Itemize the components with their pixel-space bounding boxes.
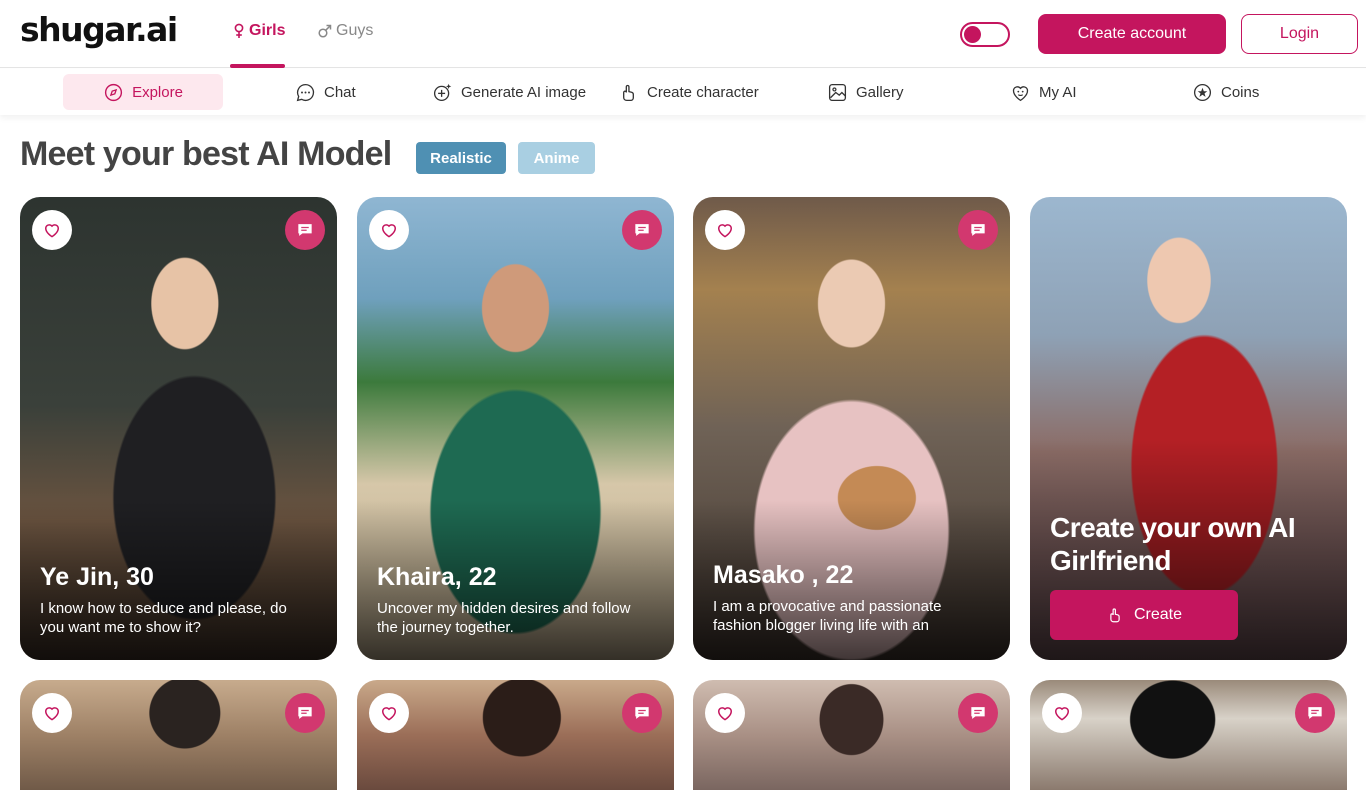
heart-face-icon <box>1012 85 1029 101</box>
theme-toggle[interactable] <box>960 22 1010 47</box>
chat-button[interactable] <box>1295 693 1335 733</box>
model-card[interactable]: Khaira, 22 Uncover my hidden desires and… <box>357 197 674 660</box>
nav-item-explore[interactable]: Explore <box>63 74 223 110</box>
model-card[interactable]: Masako , 22 I am a provocative and passi… <box>693 197 1010 660</box>
main-nav: Explore Chat Generate AI image Create ch… <box>0 69 1366 115</box>
model-photo <box>693 680 1010 790</box>
heart-icon <box>717 707 733 721</box>
coin-icon <box>1193 83 1212 101</box>
chat-button[interactable] <box>285 210 325 250</box>
realistic-filter-button[interactable]: Realistic <box>416 142 506 174</box>
model-card[interactable] <box>20 680 337 790</box>
model-name: Ye Jin, 30 <box>40 563 154 591</box>
anime-filter-button[interactable]: Anime <box>518 142 595 174</box>
model-card[interactable] <box>1030 680 1347 790</box>
message-icon <box>635 707 649 719</box>
favorite-button[interactable] <box>369 210 409 250</box>
tab-guys-label: Guys <box>336 22 374 39</box>
create-character-button[interactable]: Create <box>1050 590 1238 640</box>
message-icon <box>971 707 985 719</box>
favorite-button[interactable] <box>1042 693 1082 733</box>
message-icon <box>298 707 312 719</box>
message-icon <box>1308 707 1322 719</box>
tab-guys[interactable]: Guys <box>318 22 373 40</box>
chat-bubble-icon <box>296 83 315 101</box>
finger-icon <box>623 84 634 101</box>
nav-label: My AI <box>1039 83 1077 101</box>
nav-label: Gallery <box>856 83 904 101</box>
model-description: I am a provocative and passionate fashio… <box>713 598 942 634</box>
image-icon <box>828 83 847 101</box>
login-button[interactable]: Login <box>1241 14 1358 54</box>
site-logo[interactable]: shugar.ai <box>20 10 178 49</box>
create-button-label: Create <box>1133 606 1183 623</box>
tab-girls[interactable]: Girls <box>233 22 285 40</box>
chat-button[interactable] <box>958 210 998 250</box>
model-name: Khaira, 22 <box>377 563 497 591</box>
nav-item-chat[interactable]: Chat <box>285 74 366 110</box>
model-photo <box>1030 680 1347 790</box>
heart-icon <box>1054 707 1070 721</box>
model-name: Masako , 22 <box>713 561 854 589</box>
favorite-button[interactable] <box>705 210 745 250</box>
chat-button[interactable] <box>958 693 998 733</box>
nav-item-my-ai[interactable]: My AI <box>1000 74 1087 110</box>
model-description: Uncover my hidden desires and follow the… <box>377 600 631 636</box>
active-tab-indicator <box>230 64 285 68</box>
nav-item-generate-ai-image[interactable]: Generate AI image <box>422 74 596 110</box>
toggle-knob <box>964 26 981 43</box>
heart-icon <box>381 224 397 238</box>
compass-icon <box>104 83 123 101</box>
heart-icon <box>381 707 397 721</box>
nav-item-create-character[interactable]: Create character <box>608 74 769 110</box>
message-icon <box>635 224 649 236</box>
chat-button[interactable] <box>622 210 662 250</box>
model-card[interactable] <box>693 680 1010 790</box>
model-card[interactable] <box>357 680 674 790</box>
nav-item-gallery[interactable]: Gallery <box>817 74 914 110</box>
chat-button[interactable] <box>285 693 325 733</box>
sparkle-plus-icon <box>433 83 452 101</box>
create-account-button[interactable]: Create account <box>1038 14 1226 54</box>
favorite-button[interactable] <box>369 693 409 733</box>
male-symbol-icon <box>318 24 332 38</box>
finger-icon <box>1110 608 1120 623</box>
heart-icon <box>44 707 60 721</box>
cta-title: Create your own AI Girlfriend <box>1050 512 1296 576</box>
heart-icon <box>44 224 60 238</box>
heart-icon <box>717 224 733 238</box>
model-card[interactable]: Ye Jin, 30 I know how to seduce and plea… <box>20 197 337 660</box>
page-title: Meet your best AI Model <box>20 135 392 173</box>
model-photo <box>20 680 337 790</box>
favorite-button[interactable] <box>32 210 72 250</box>
nav-item-coins[interactable]: Coins <box>1182 74 1269 110</box>
nav-label: Generate AI image <box>461 83 587 101</box>
model-description: I know how to seduce and please, do you … <box>40 600 287 636</box>
female-symbol-icon <box>234 23 244 38</box>
nav-label: Explore <box>132 83 183 101</box>
message-icon <box>298 224 312 236</box>
message-icon <box>971 224 985 236</box>
model-photo <box>357 680 674 790</box>
top-header: shugar.ai Girls Guys Create account Logi… <box>0 0 1366 68</box>
nav-label: Create character <box>647 83 759 101</box>
favorite-button[interactable] <box>32 693 72 733</box>
nav-label: Coins <box>1221 83 1260 101</box>
favorite-button[interactable] <box>705 693 745 733</box>
nav-label: Chat <box>324 83 356 101</box>
create-girlfriend-card: Create your own AI Girlfriend Create <box>1030 197 1347 660</box>
chat-button[interactable] <box>622 693 662 733</box>
tab-girls-label: Girls <box>249 22 286 39</box>
